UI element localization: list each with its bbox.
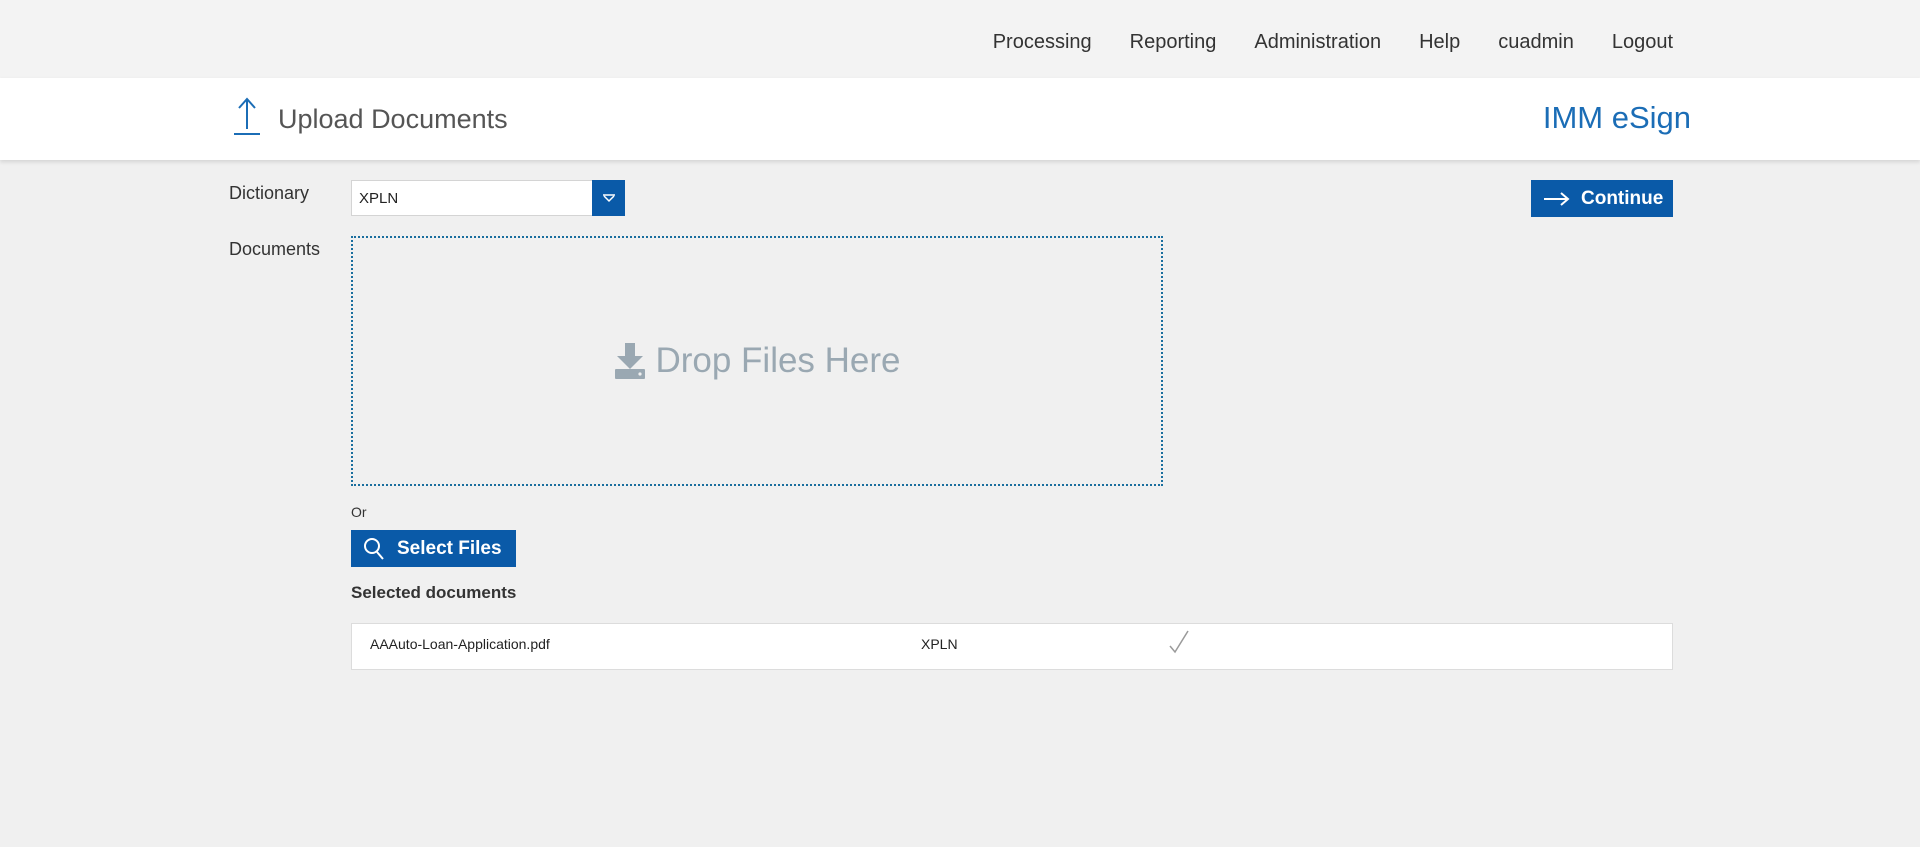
continue-button-label: Continue (1581, 187, 1664, 209)
nav-user-menu[interactable]: cuadmin (1498, 31, 1574, 54)
nav-help[interactable]: Help (1419, 31, 1460, 54)
checkmark-icon (1169, 630, 1189, 654)
documents-label: Documents (229, 239, 321, 259)
select-files-button-label: Select Files (397, 537, 502, 559)
dictionary-select[interactable]: XPLN (351, 180, 625, 216)
dropzone-content: Drop Files Here (613, 341, 901, 381)
arrow-right-icon (1544, 191, 1570, 206)
main-nav: Processing Reporting Administration Help… (955, 0, 1673, 84)
nav-processing[interactable]: Processing (993, 31, 1092, 54)
nav-logout[interactable]: Logout (1612, 31, 1673, 54)
selected-documents-heading: Selected documents (351, 583, 517, 602)
select-files-button[interactable]: Select Files (351, 530, 516, 567)
chevron-down-icon (602, 194, 615, 203)
upload-arrow-icon (234, 97, 260, 135)
dropzone-text: Drop Files Here (655, 341, 901, 380)
dropdown-toggle[interactable] (592, 180, 625, 216)
page-header: Upload Documents IMM eSign (0, 78, 1920, 160)
document-filename: AAAuto-Loan-Application.pdf (370, 636, 550, 652)
page-title: Upload Documents (278, 104, 508, 134)
nav-administration[interactable]: Administration (1254, 31, 1381, 54)
continue-button[interactable]: Continue (1531, 180, 1673, 217)
selected-documents-list: AAAuto-Loan-Application.pdf XPLN (351, 623, 1673, 670)
file-dropzone[interactable]: Drop Files Here (351, 236, 1163, 486)
brand-logo-text: IMM eSign (1542, 100, 1691, 135)
or-separator: Or (351, 504, 367, 520)
download-icon (615, 343, 646, 379)
nav-reporting[interactable]: Reporting (1130, 31, 1217, 54)
list-item[interactable]: AAAuto-Loan-Application.pdf XPLN (352, 624, 1672, 669)
dictionary-select-value: XPLN (359, 190, 399, 207)
document-dictionary: XPLN (921, 636, 958, 652)
top-navigation-bar: Processing Reporting Administration Help… (0, 0, 1920, 78)
search-icon (364, 537, 384, 560)
dictionary-label: Dictionary (229, 183, 310, 203)
